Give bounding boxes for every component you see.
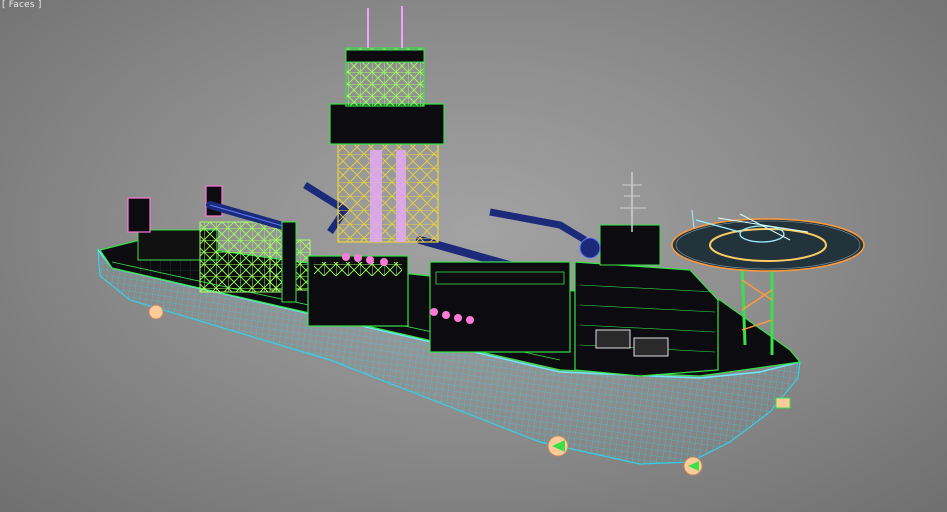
drilling-derrick[interactable] [329, 6, 445, 243]
viewport-shading-label[interactable]: [ Faces ] [2, 0, 42, 11]
drillship-model[interactable] [0, 0, 947, 512]
thruster-icon [148, 304, 164, 320]
3d-viewport[interactable]: [ Faces ] [0, 0, 947, 512]
lifeboat-icon [595, 329, 631, 349]
antenna-mast-icon [620, 172, 646, 232]
